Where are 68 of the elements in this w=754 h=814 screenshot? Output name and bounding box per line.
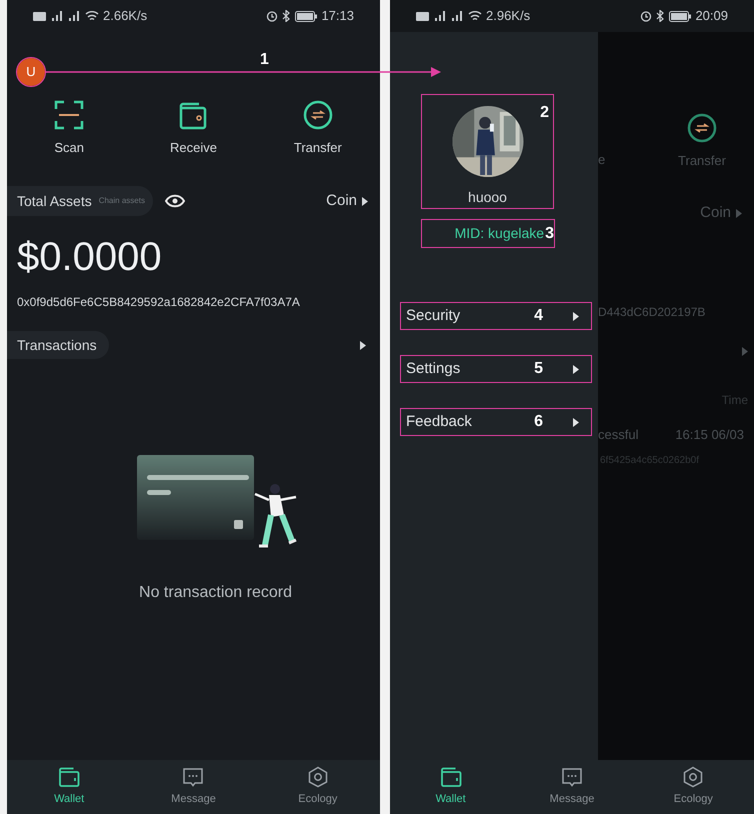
annotation-number: 3 — [545, 224, 554, 244]
scan-icon — [54, 100, 84, 130]
caret-icon — [573, 312, 579, 320]
action-button[interactable]: Transfer — [256, 100, 380, 170]
alarm-icon — [266, 10, 278, 22]
menu-label: Security — [406, 306, 462, 326]
menu-item[interactable]: Settings 5 — [401, 356, 591, 382]
avatar-button[interactable]: U — [17, 58, 45, 86]
wallet-icon — [58, 766, 80, 788]
menu-item[interactable]: Feedback 6 — [401, 409, 591, 435]
transaction-time: 16:15 06/03 — [675, 426, 744, 444]
menu-label: Feedback — [406, 412, 473, 432]
transfer-icon — [687, 112, 717, 142]
balance-amount: $0.0000 — [16, 234, 163, 281]
nav-tab[interactable]: Wallet — [7, 760, 132, 814]
nav-tab[interactable]: Ecology — [256, 760, 380, 814]
clock-time: 20:09 — [695, 7, 728, 26]
assets-title: Total Assets — [17, 192, 92, 210]
nav-tab[interactable]: Wallet — [390, 760, 512, 814]
alarm-icon — [640, 10, 652, 22]
assets-tab[interactable]: Total Assets Chain assets — [7, 186, 153, 216]
nav-tab[interactable]: Message — [511, 760, 633, 814]
nav-tab[interactable]: Message — [131, 760, 256, 814]
caret-icon — [360, 340, 366, 350]
label-fragment: e — [598, 150, 606, 168]
hexagon-icon — [682, 766, 704, 788]
transfer-icon — [302, 100, 333, 130]
expand-button[interactable] — [360, 340, 366, 350]
profile-name: huooo — [468, 188, 507, 207]
wallet-address: 0x0f9d5d6Fe6C5B8429592a1682842e2CFA7f03A7A — [16, 294, 301, 310]
action-button[interactable]: Receive — [131, 100, 256, 170]
wifi-icon — [85, 10, 99, 22]
action-button[interactable]: Scan — [7, 100, 132, 170]
status-fragment: cessful — [598, 426, 638, 444]
empty-message: No transaction record — [138, 583, 293, 603]
menu-label: Settings — [406, 358, 462, 379]
transactions-tab[interactable]: Transactions — [7, 331, 109, 359]
network-speed: 2.96K/s — [486, 7, 530, 26]
clock-time: 17:13 — [321, 7, 354, 26]
annotation-number: 4 — [534, 306, 543, 326]
profile-card[interactable]: huooo 2 — [422, 95, 553, 208]
eye-icon — [164, 194, 185, 208]
caret-icon — [736, 208, 742, 218]
coin-link[interactable]: Coin — [326, 190, 368, 212]
caret-icon — [742, 347, 748, 356]
caret-icon — [573, 364, 579, 374]
address-fragment: D443dC6D202197B — [598, 304, 706, 320]
nav-tab[interactable]: Ecology — [632, 760, 754, 814]
assets-subtitle: Chain assets — [98, 195, 145, 207]
battery-icon — [295, 10, 318, 22]
network-speed: 2.66K/s — [103, 7, 148, 26]
annotation-number: 6 — [534, 412, 543, 432]
annotation-number: 1 — [260, 52, 269, 68]
member-id: MID: kugelake — [454, 224, 544, 243]
wallet-icon — [440, 766, 462, 788]
bluetooth-icon — [656, 10, 666, 22]
hexagon-icon — [306, 766, 329, 788]
caret-icon — [573, 418, 579, 426]
wallet-icon — [178, 100, 208, 130]
annotation-number: 5 — [534, 359, 543, 379]
caret-icon — [362, 196, 368, 206]
bluetooth-icon — [282, 10, 292, 22]
message-icon — [560, 766, 583, 788]
annotation-number: 2 — [540, 103, 549, 123]
battery-icon — [669, 10, 692, 22]
wifi-icon — [468, 10, 482, 22]
menu-item[interactable]: Security 4 — [401, 303, 591, 329]
message-icon — [182, 766, 204, 788]
